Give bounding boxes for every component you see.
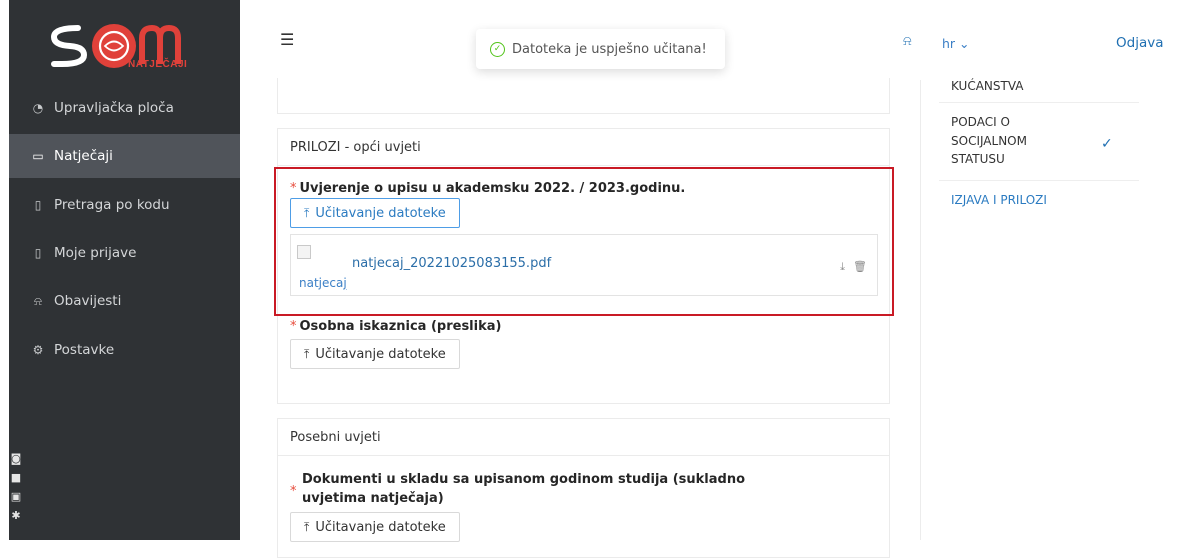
dashboard-icon: ◔ (32, 101, 44, 115)
upload-button-id-card[interactable]: ⤒ Učitavanje datoteke (290, 339, 460, 369)
step-statement-attachments[interactable]: IZJAVA I PRILOZI (951, 191, 1141, 210)
file-icon: ▯ (34, 246, 42, 260)
video-icon[interactable]: ■ (11, 471, 21, 484)
file-thumbnail-alt: natjecaj_20221025083155.pdf (299, 276, 347, 290)
success-toast: ✓ Datoteka je uspješno učitana! (476, 29, 725, 69)
card-title: Posebni uvjeti (278, 419, 889, 456)
language-code: hr (942, 36, 956, 51)
upload-icon: ⤒ (304, 205, 310, 220)
divider (939, 180, 1139, 181)
sidebar: NATJEČAJI ◔ Upravljačka ploča ▭ Natječaj… (0, 0, 240, 540)
sidebar-item-label: Pretraga po kodu (54, 197, 170, 213)
card-title: PRILOZI - opći uvjeti (278, 129, 889, 166)
sidebar-item-label: Postavke (54, 342, 115, 358)
step-label-line: PODACI O (951, 115, 1010, 129)
sidebar-item-my-applications[interactable]: ▯ Moje prijave (9, 231, 240, 275)
field-label-enrollment-certificate: * Uvjerenje o upisu u akademsku 2022. / 2… (290, 181, 685, 196)
check-icon: ✓ (1101, 136, 1113, 152)
sidebar-item-label: Natječaji (54, 148, 113, 164)
gear-icon[interactable]: ✱ (11, 509, 20, 522)
check-circle-icon: ✓ (490, 41, 505, 57)
sidebar-item-search-by-code[interactable]: ▯ Pretraga po kodu (9, 183, 240, 227)
sidebar-item-dashboard[interactable]: ◔ Upravljačka ploča (9, 86, 240, 130)
file-name-link[interactable]: natjecaj_20221025083155.pdf (352, 256, 551, 271)
field-label-study-documents: * Dokumenti u skladu sa upisanom godinom… (290, 470, 745, 508)
camera-icon[interactable]: ◙ (11, 452, 22, 465)
sidebar-item-notifications[interactable]: ⍾ Obavijesti (9, 279, 240, 323)
folder-open-icon: ▭ (32, 149, 44, 163)
language-selector[interactable]: hr ⌄ (942, 36, 970, 51)
capture-toolbar: ◙ ■ ▣ ✱ (9, 452, 23, 522)
field-label-line: uvjetima natječaja) (302, 491, 444, 506)
brand-subtitle: NATJEČAJI (128, 59, 188, 70)
toast-message: Datoteka je uspješno učitana! (512, 41, 707, 57)
notification-bell-icon[interactable]: ⍾ (903, 34, 912, 49)
steps-panel: KUĆANSTVA PODACI O SOCIJALNOM STATUSU ✓ … (920, 77, 1182, 540)
divider (939, 102, 1139, 103)
main-content: PRILOZI - opći uvjeti * Uvjerenje o upisu… (240, 78, 920, 558)
sidebar-item-settings[interactable]: ⚙ Postavke (9, 328, 240, 372)
sidebar-item-natjecaji[interactable]: ▭ Natječaji (9, 134, 240, 178)
broken-image-icon (297, 245, 311, 259)
upload-button-enrollment[interactable]: ⤒ Učitavanje datoteke (290, 198, 460, 228)
upload-icon: ⤒ (304, 519, 310, 534)
field-label-text: Uvjerenje o upisu u akademsku 2022. / 20… (299, 181, 686, 196)
download-icon[interactable]: ⤓ (840, 260, 845, 274)
window-edge (0, 0, 9, 540)
bell-icon: ⍾ (34, 293, 42, 308)
gallery-icon[interactable]: ▣ (11, 490, 21, 503)
trash-icon[interactable]: 🗑 (853, 260, 867, 274)
chevron-down-icon: ⌄ (959, 36, 970, 51)
file-icon: ▯ (34, 198, 42, 212)
upload-icon: ⤒ (304, 346, 310, 361)
field-label-id-card: * Osobna iskaznica (preslika) (290, 319, 501, 334)
upload-button-label: Učitavanje datoteke (315, 346, 446, 362)
logout-link[interactable]: Odjava (1116, 35, 1163, 51)
menu-toggle-icon[interactable]: ☰ (280, 30, 294, 49)
gear-icon: ⚙ (32, 343, 44, 357)
card-general-attachments: PRILOZI - opći uvjeti * Uvjerenje o upisu… (277, 128, 890, 404)
upload-button-label: Učitavanje datoteke (315, 205, 446, 221)
step-label-line: STATUSU (951, 152, 1005, 167)
step-kucanstva[interactable]: KUĆANSTVA (951, 77, 1141, 96)
previous-card (277, 78, 890, 114)
sidebar-item-label: Upravljačka ploča (54, 100, 174, 116)
field-label-text: Osobna iskaznica (preslika) (299, 319, 502, 334)
required-marker: * (290, 181, 297, 196)
required-marker: * (290, 484, 297, 499)
card-special-conditions: Posebni uvjeti * Dokumenti u skladu sa u… (277, 418, 890, 558)
uploaded-file-item: natjecaj_20221025083155.pdf natjecaj_202… (290, 234, 878, 296)
sidebar-item-label: Moje prijave (54, 245, 137, 261)
upload-button-label: Učitavanje datoteke (315, 519, 446, 535)
required-marker: * (290, 319, 297, 334)
file-actions: ⤓ 🗑 (840, 260, 867, 274)
field-label-line: Dokumenti u skladu sa upisanom godinom s… (302, 472, 746, 487)
sidebar-item-label: Obavijesti (54, 293, 122, 309)
upload-button-study-documents[interactable]: ⤒ Učitavanje datoteke (290, 512, 460, 542)
